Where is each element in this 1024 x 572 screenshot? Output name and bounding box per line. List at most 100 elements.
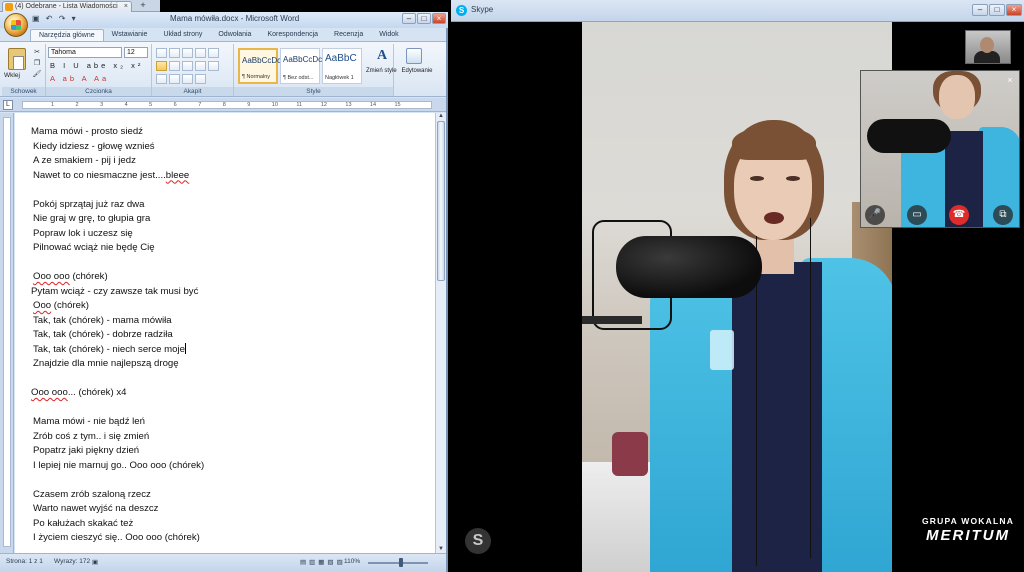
- change-styles-button[interactable]: A Zmień style: [366, 44, 397, 86]
- mute-mic-icon[interactable]: 🎤: [865, 205, 885, 225]
- decrease-indent-button[interactable]: [195, 48, 206, 58]
- tab-page-layout[interactable]: Układ strony: [155, 29, 210, 41]
- skype-minimize-button[interactable]: –: [972, 4, 988, 16]
- new-tab-button[interactable]: +: [137, 1, 149, 11]
- numbering-button[interactable]: [169, 48, 180, 58]
- document-line[interactable]: Ooo (chórek): [31, 299, 431, 314]
- document-line[interactable]: Mama mówi - nie bądź leń: [31, 415, 431, 430]
- page-count[interactable]: Strona: 1 z 1: [6, 558, 43, 565]
- show-marks-button[interactable]: [195, 74, 206, 84]
- zoom-slider-knob[interactable]: [399, 558, 403, 567]
- skype-maximize-button[interactable]: □: [989, 4, 1005, 16]
- paste-icon[interactable]: [8, 48, 26, 70]
- caller-thumbnail[interactable]: [965, 30, 1011, 64]
- tab-selector[interactable]: L: [3, 100, 13, 110]
- bullets-button[interactable]: [156, 48, 167, 58]
- document-line[interactable]: [31, 473, 431, 488]
- scroll-up-arrow[interactable]: ▲: [437, 113, 445, 120]
- document-line[interactable]: I lepiej nie marnuj go.. Ooo ooo (chórek…: [31, 459, 431, 474]
- proofing-icon[interactable]: ▣: [92, 558, 98, 566]
- document-line[interactable]: Nawet to co niesmaczne jest....bleee: [31, 169, 431, 184]
- document-line[interactable]: [31, 372, 431, 387]
- document-line[interactable]: Po kałużach skakać też: [31, 517, 431, 532]
- main-video-feed[interactable]: [582, 22, 892, 572]
- browser-tab[interactable]: (4) Odebrane - Lista Wiadomości ×: [2, 1, 132, 12]
- borders-button[interactable]: [169, 74, 180, 84]
- minimize-button[interactable]: –: [402, 13, 416, 24]
- skype-close-button[interactable]: ×: [1006, 4, 1022, 16]
- style-normal[interactable]: AaBbCcDc ¶ Normalny: [238, 48, 281, 84]
- close-tab-icon[interactable]: ×: [124, 2, 128, 12]
- document-line[interactable]: Pytam wciąż - czy zawsze tak musi być: [31, 285, 431, 300]
- multilevel-list-button[interactable]: [182, 48, 193, 58]
- document-line[interactable]: Tak, tak (chórek) - niech serce moje: [31, 342, 431, 358]
- word-count[interactable]: Wyrazy: 172: [54, 558, 90, 565]
- document-line[interactable]: Tak, tak (chórek) - mama mówiła: [31, 314, 431, 329]
- tab-references[interactable]: Odwołania: [210, 29, 259, 41]
- format-painter-icon[interactable]: 🖌: [32, 70, 42, 79]
- font-name-combo[interactable]: Tahoma: [48, 47, 122, 58]
- close-button[interactable]: ×: [432, 13, 446, 24]
- end-call-icon[interactable]: ☎: [949, 205, 969, 225]
- tab-view[interactable]: Widok: [371, 29, 406, 41]
- document-line[interactable]: Kiedy idziesz - głowę wznieś: [31, 140, 431, 155]
- paste-button-label[interactable]: Wklej: [4, 72, 20, 79]
- align-right-button[interactable]: [182, 61, 193, 71]
- style-heading-1[interactable]: AaBbC Nagłówek 1: [322, 48, 362, 84]
- document-line[interactable]: Pokój sprzątaj już raz dwa: [31, 198, 431, 213]
- increase-indent-button[interactable]: [208, 48, 219, 58]
- editing-group[interactable]: Edytowanie: [394, 44, 440, 96]
- document-line[interactable]: A ze smakiem - pij i jedz: [31, 154, 431, 169]
- quick-access-toolbar[interactable]: ▣ ↶ ↷ ▾: [32, 14, 78, 23]
- document-line[interactable]: [31, 256, 431, 271]
- pip-close-icon[interactable]: ×: [1005, 75, 1015, 85]
- style-no-spacing[interactable]: AaBbCcDc ¶ Bez odst...: [280, 48, 322, 84]
- copy-icon[interactable]: ❐: [32, 59, 42, 68]
- document-line[interactable]: Ooo ooo... (chórek) x4: [31, 386, 431, 401]
- tab-review[interactable]: Recenzja: [326, 29, 371, 41]
- ruler-tick: 6: [173, 102, 177, 108]
- document-line[interactable]: I życiem cieszyć się.. Ooo ooo (chórek): [31, 531, 431, 546]
- document-line[interactable]: Ooo ooo (chórek): [31, 270, 431, 285]
- font-color-buttons[interactable]: A ab A Aa: [50, 74, 109, 84]
- document-line[interactable]: Czasem zrób szaloną rzecz: [31, 488, 431, 503]
- vertical-ruler[interactable]: [0, 113, 14, 553]
- vertical-scrollbar[interactable]: ▲ ▼: [435, 113, 446, 553]
- line-spacing-button[interactable]: [208, 61, 219, 71]
- view-buttons[interactable]: ▤▥▦▧▨: [300, 558, 346, 566]
- document-text[interactable]: Mama mówi - prosto siedź Kiedy idziesz - …: [31, 125, 431, 546]
- office-button[interactable]: [4, 13, 28, 37]
- document-line[interactable]: Warto nawet wyjść na deszcz: [31, 502, 431, 517]
- scroll-down-arrow[interactable]: ▼: [437, 546, 445, 553]
- document-line[interactable]: Nie graj w grę, to głupia gra: [31, 212, 431, 227]
- font-format-buttons[interactable]: B I U abe x₂ x²: [50, 61, 143, 71]
- document-line[interactable]: Popraw lok i uczesz się: [31, 227, 431, 242]
- cut-icon[interactable]: ✂: [32, 48, 42, 57]
- document-line[interactable]: Popatrz jaki piękny dzień: [31, 444, 431, 459]
- scrollbar-thumb[interactable]: [437, 121, 445, 281]
- document-page[interactable]: Mama mówi - prosto siedź Kiedy idziesz - …: [15, 113, 435, 553]
- shading-button[interactable]: [156, 74, 167, 84]
- document-line[interactable]: Zrób coś z tym.. i się zmień: [31, 430, 431, 445]
- video-toggle-icon[interactable]: ▭: [907, 205, 927, 225]
- document-line[interactable]: Pilnować wciąż nie będę Cię: [31, 241, 431, 256]
- justify-button[interactable]: [195, 61, 206, 71]
- popout-icon[interactable]: ⧉: [993, 205, 1013, 225]
- zoom-slider-track[interactable]: [368, 562, 428, 564]
- align-left-button[interactable]: [156, 61, 167, 71]
- tab-insert[interactable]: Wstawianie: [104, 29, 156, 41]
- sort-button[interactable]: [182, 74, 193, 84]
- document-line[interactable]: Mama mówi - prosto siedź: [31, 125, 431, 140]
- align-center-button[interactable]: [169, 61, 180, 71]
- document-line[interactable]: [31, 401, 431, 416]
- zoom-level[interactable]: 110%: [344, 558, 360, 565]
- document-line[interactable]: [31, 183, 431, 198]
- document-line[interactable]: Tak, tak (chórek) - dobrze radziła: [31, 328, 431, 343]
- picture-in-picture-video[interactable]: × 🎤 ▭ ☎ ⧉: [860, 70, 1020, 228]
- tab-home[interactable]: Narzędzia główne: [30, 29, 104, 41]
- tab-mailings[interactable]: Korespondencja: [259, 29, 326, 41]
- font-size-combo[interactable]: 12: [124, 47, 148, 58]
- document-line[interactable]: Znajdzie dla mnie najlepszą drogę: [31, 357, 431, 372]
- maximize-button[interactable]: □: [417, 13, 431, 24]
- horizontal-ruler[interactable]: L 1 2 3 4 5 6 7 8 9 10 11 12 13 14 15: [0, 98, 446, 112]
